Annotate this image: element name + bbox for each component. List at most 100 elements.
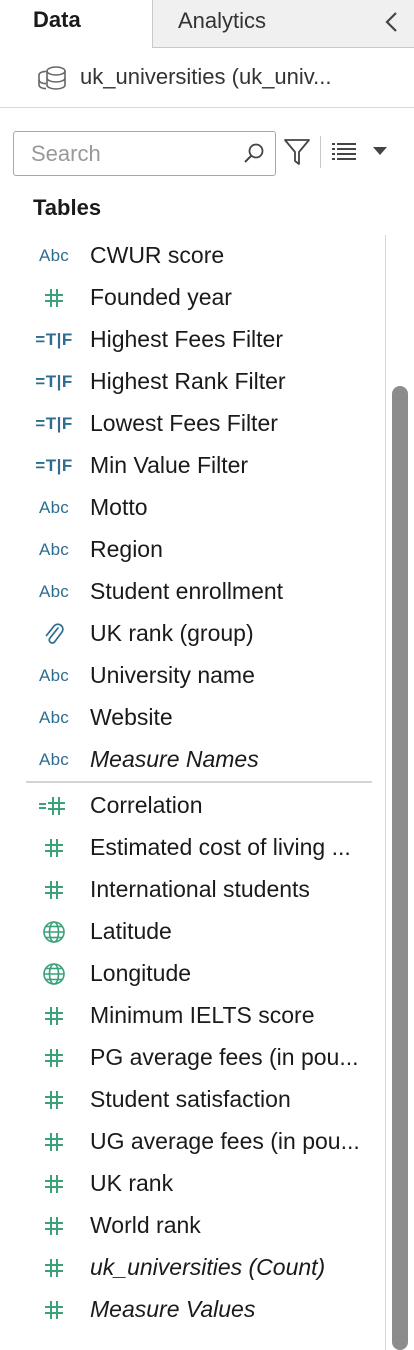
field-type-icon [30, 919, 78, 945]
measure-field[interactable]: Estimated cost of living ... [0, 827, 384, 869]
dimension-field[interactable]: =T|F Min Value Filter [0, 445, 384, 487]
field-label: University name [90, 662, 255, 688]
field-type-icon: Abc [30, 243, 78, 269]
field-type-icon [30, 285, 78, 311]
dimension-field[interactable]: Founded year [0, 277, 384, 319]
field-type-icon [30, 877, 78, 903]
dimension-field[interactable]: =T|F Highest Fees Filter [0, 319, 384, 361]
field-type-icon [30, 1297, 78, 1323]
measure-field[interactable]: Minimum IELTS score [0, 995, 384, 1037]
field-type-icon: Abc [30, 579, 78, 605]
dimension-field[interactable]: UK rank (group) [0, 613, 384, 655]
field-label: Student enrollment [90, 578, 284, 604]
field-label: UK rank [90, 1170, 174, 1196]
field-label: PG average fees (in pou... [90, 1044, 359, 1070]
paperclip-icon [45, 623, 64, 644]
dimension-field[interactable]: Abc CWUR score [0, 235, 384, 277]
measure-field[interactable]: International students [0, 869, 384, 911]
string-type-icon: Abc [39, 666, 69, 685]
number-type-icon [45, 1175, 63, 1193]
dimension-field[interactable]: Abc Student enrollment [0, 571, 384, 613]
tab-data-label: Data [33, 7, 81, 32]
field-type-icon: Abc [30, 495, 78, 521]
dimension-field[interactable]: Abc Motto [0, 487, 384, 529]
tables-heading: Tables [33, 195, 102, 220]
field-label: Minimum IELTS score [90, 1002, 315, 1028]
field-label: Measure Values [90, 1296, 256, 1322]
number-type-icon [45, 1007, 63, 1025]
measure-field[interactable]: UK rank [0, 1163, 384, 1205]
field-label: Highest Fees Filter [90, 326, 284, 352]
measure-field[interactable]: Correlation [0, 785, 384, 827]
field-type-icon [30, 1045, 78, 1071]
number-type-icon [45, 881, 63, 899]
number-type-icon [45, 1259, 63, 1277]
globe-icon [43, 921, 65, 943]
data-source-row[interactable]: uk_universities (uk_univ... [0, 48, 414, 108]
filter-icon[interactable] [283, 137, 311, 167]
tab-analytics[interactable]: Analytics [153, 0, 414, 48]
dimension-field[interactable]: =T|F Highest Rank Filter [0, 361, 384, 403]
data-source-icon [38, 66, 66, 90]
search-icon[interactable] [243, 142, 265, 164]
number-type-icon [45, 839, 63, 857]
globe-icon [43, 963, 65, 985]
field-label: Estimated cost of living ... [90, 834, 351, 860]
scrollbar-thumb[interactable] [392, 386, 408, 1350]
dimension-field[interactable]: Abc Region [0, 529, 384, 571]
measure-field[interactable]: Latitude [0, 911, 384, 953]
calculated-boolean-icon: =T|F [35, 372, 73, 391]
field-type-icon: Abc [30, 663, 78, 689]
field-label: Website [90, 704, 173, 730]
dimension-field[interactable]: Abc Measure Names [0, 739, 384, 781]
data-source-name: uk_universities (uk_univ... [80, 64, 332, 89]
search-field[interactable] [13, 131, 276, 176]
number-type-icon [45, 1301, 63, 1319]
dimension-field[interactable]: Abc Website [0, 697, 384, 739]
measure-field[interactable]: Student satisfaction [0, 1079, 384, 1121]
field-type-icon [30, 793, 78, 819]
chevron-left-icon[interactable] [382, 10, 402, 34]
field-label: World rank [90, 1212, 201, 1238]
field-label: UG average fees (in pou... [90, 1128, 360, 1154]
number-type-icon [45, 1049, 63, 1067]
measure-field[interactable]: World rank [0, 1205, 384, 1247]
field-label: UK rank (group) [90, 620, 254, 646]
number-type-icon [45, 289, 63, 307]
string-type-icon: Abc [39, 750, 69, 769]
field-label: Latitude [90, 918, 172, 944]
pane-tabs: Data Analytics [0, 0, 414, 48]
field-label: Region [90, 536, 163, 562]
toolbar-divider [320, 136, 321, 168]
field-type-icon [30, 1171, 78, 1197]
dimension-field[interactable]: Abc University name [0, 655, 384, 697]
chevron-down-icon[interactable] [372, 146, 388, 156]
dimension-field[interactable]: =T|F Lowest Fees Filter [0, 403, 384, 445]
field-type-icon: Abc [30, 537, 78, 563]
field-type-icon [30, 1255, 78, 1281]
number-type-icon [45, 1091, 63, 1109]
search-input[interactable] [14, 132, 239, 175]
field-type-icon: =T|F [30, 327, 78, 353]
tab-data[interactable]: Data [0, 0, 153, 48]
calculated-number-icon [39, 797, 65, 815]
measure-field[interactable]: PG average fees (in pou... [0, 1037, 384, 1079]
field-label: Measure Names [90, 746, 259, 772]
field-label: Correlation [90, 792, 203, 818]
measure-field[interactable]: Longitude [0, 953, 384, 995]
field-label: Lowest Fees Filter [90, 410, 278, 436]
list-view-icon[interactable] [331, 141, 357, 163]
string-type-icon: Abc [39, 246, 69, 265]
string-type-icon: Abc [39, 498, 69, 517]
measure-field[interactable]: Measure Values [0, 1289, 384, 1331]
field-list: Abc CWUR score Founded year =T|F Highest Fee… [0, 235, 384, 1350]
field-label: Longitude [90, 960, 192, 986]
field-type-icon [30, 835, 78, 861]
field-type-icon: Abc [30, 705, 78, 731]
field-type-icon [30, 1129, 78, 1155]
measure-field[interactable]: UG average fees (in pou... [0, 1121, 384, 1163]
field-label: uk_universities (Count) [90, 1254, 326, 1280]
measure-field[interactable]: uk_universities (Count) [0, 1247, 384, 1289]
field-type-icon: =T|F [30, 411, 78, 437]
string-type-icon: Abc [39, 582, 69, 601]
